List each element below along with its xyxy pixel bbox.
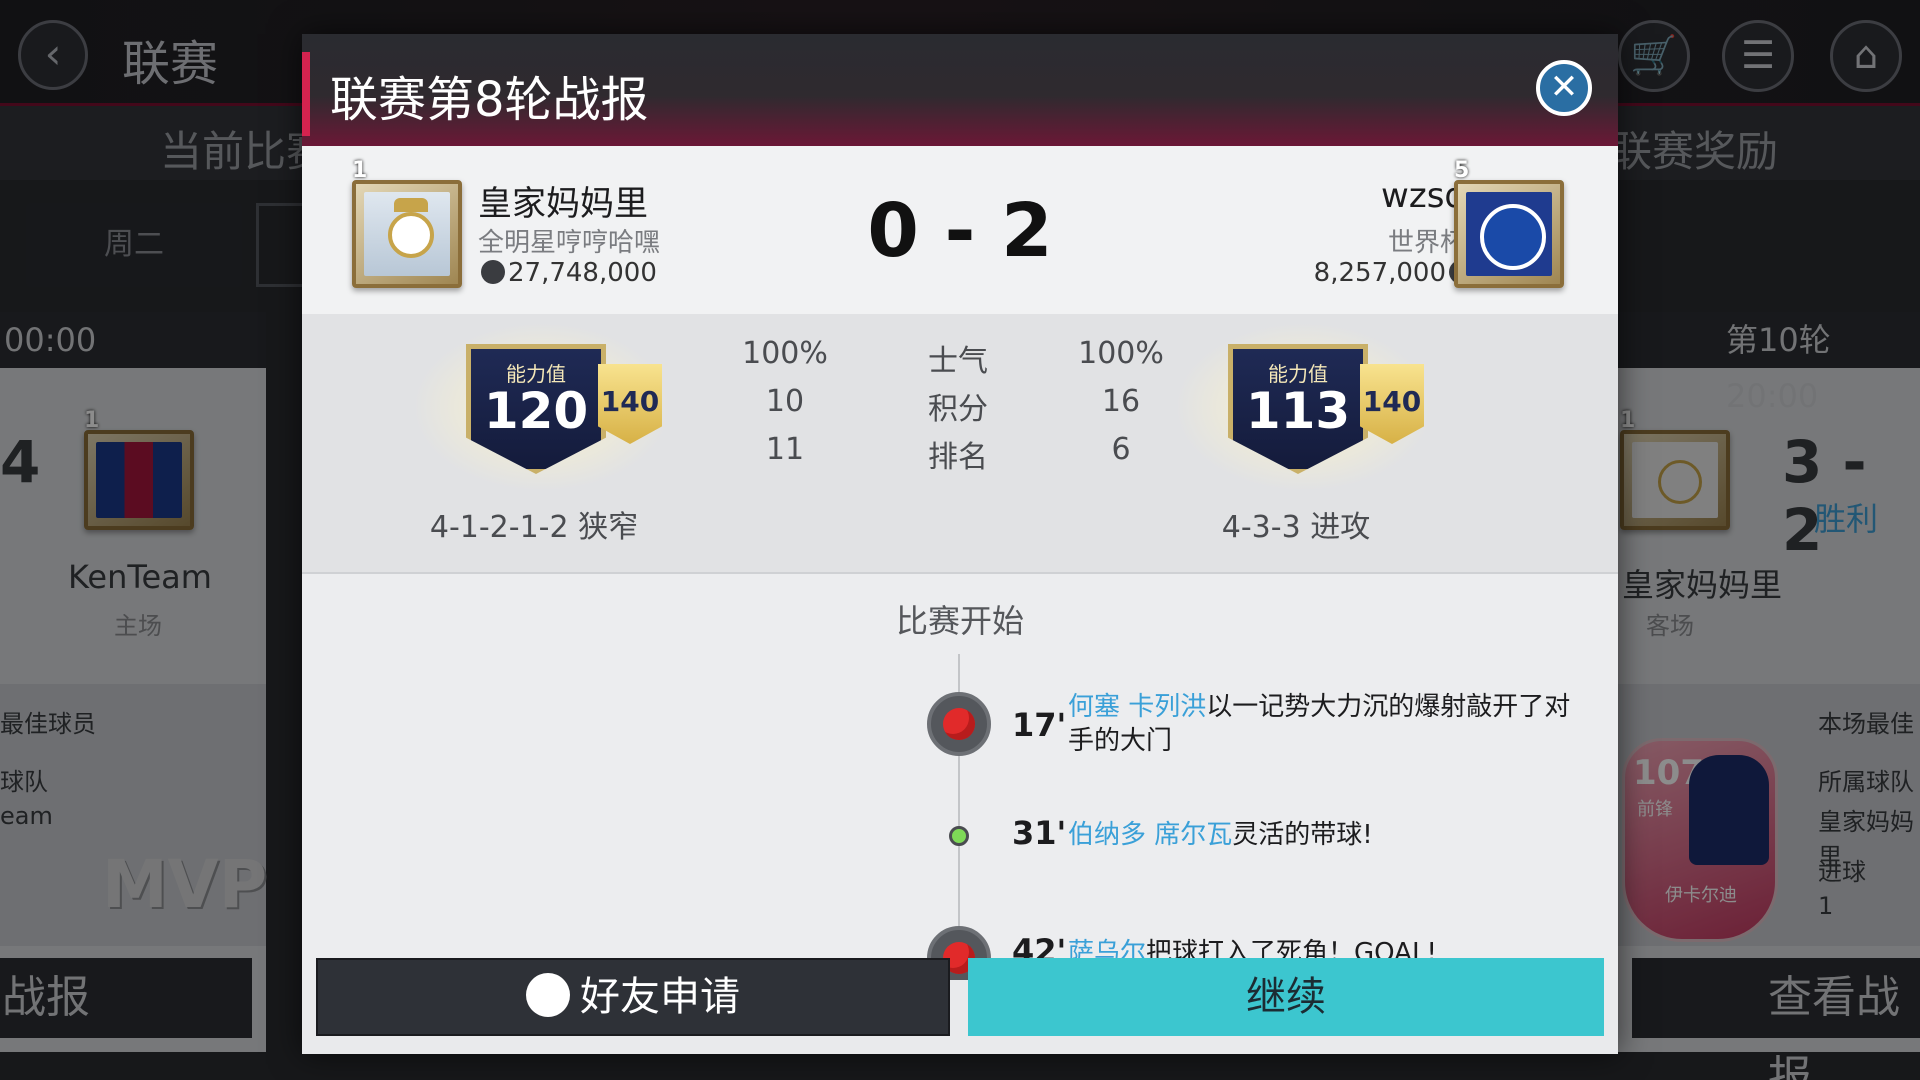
away-rating-value: 113	[1245, 382, 1351, 440]
close-button[interactable]: ✕	[1536, 60, 1592, 116]
home-points: 10	[765, 384, 805, 419]
event-minute: 31'	[1012, 814, 1067, 852]
add-friend-icon	[526, 973, 570, 1017]
header-accent-bar	[302, 52, 310, 136]
home-position: 11	[765, 432, 805, 467]
event-minute: 17'	[1012, 706, 1067, 744]
match-start-label: 比赛开始	[895, 602, 1024, 640]
event-text: 何塞 卡列洪以一记势大力沉的爆射敲开了对手的大门	[1068, 690, 1588, 758]
event-player-link[interactable]: 何塞 卡列洪	[1068, 692, 1206, 722]
home-morale: 100%	[742, 336, 828, 371]
home-rating-shield: 能力值 120	[466, 344, 606, 484]
event-player-link[interactable]: 伯纳多 席尔瓦	[1068, 820, 1232, 850]
close-icon: ✕	[1549, 67, 1579, 107]
dot-icon	[949, 826, 969, 846]
match-report-modal: 联赛第8轮战报 ✕ 1 皇家妈妈里 全明星哼哼哈嘿 27,748,000 wzs…	[302, 34, 1618, 1054]
event-text: 伯纳多 席尔瓦灵活的带球!	[1068, 818, 1588, 852]
friend-request-button[interactable]: 好友申请	[316, 958, 950, 1036]
away-formation: 4-3-3 进攻	[1221, 510, 1371, 545]
match-score: 0 - 2	[867, 188, 1053, 274]
teams-row: 1 皇家妈妈里 全明星哼哼哈嘿 27,748,000 wzsq 世界杯 8,25…	[302, 146, 1618, 314]
event-description: 灵活的带球!	[1232, 820, 1373, 850]
away-position: 6	[1111, 432, 1131, 467]
away-rank: 5	[1454, 158, 1470, 183]
goal-ball-icon	[927, 692, 991, 756]
position-label: 排名	[928, 440, 988, 475]
morale-label: 士气	[928, 344, 988, 379]
modal-header: 联赛第8轮战报 ✕	[302, 34, 1618, 146]
stats-row: 能力值 120 140 4-1-2-1-2 狭窄 100% 士气 100% 10…	[302, 314, 1618, 572]
modal-title: 联赛第8轮战报	[330, 72, 649, 128]
away-points: 16	[1101, 384, 1141, 419]
friend-request-label: 好友申请	[580, 974, 740, 1020]
points-label: 积分	[928, 392, 988, 427]
away-rating-shield: 能力值 113	[1228, 344, 1368, 484]
home-rating-value: 120	[483, 382, 589, 440]
match-events-feed[interactable]: 比赛开始 17' 何塞 卡列洪以一记势大力沉的爆射敲开了对手的大门 31' 伯纳…	[302, 574, 1618, 980]
away-morale: 100%	[1078, 336, 1164, 371]
home-rank: 1	[352, 158, 368, 183]
continue-button[interactable]: 继续	[968, 958, 1604, 1036]
home-formation: 4-1-2-1-2 狭窄	[429, 510, 639, 545]
